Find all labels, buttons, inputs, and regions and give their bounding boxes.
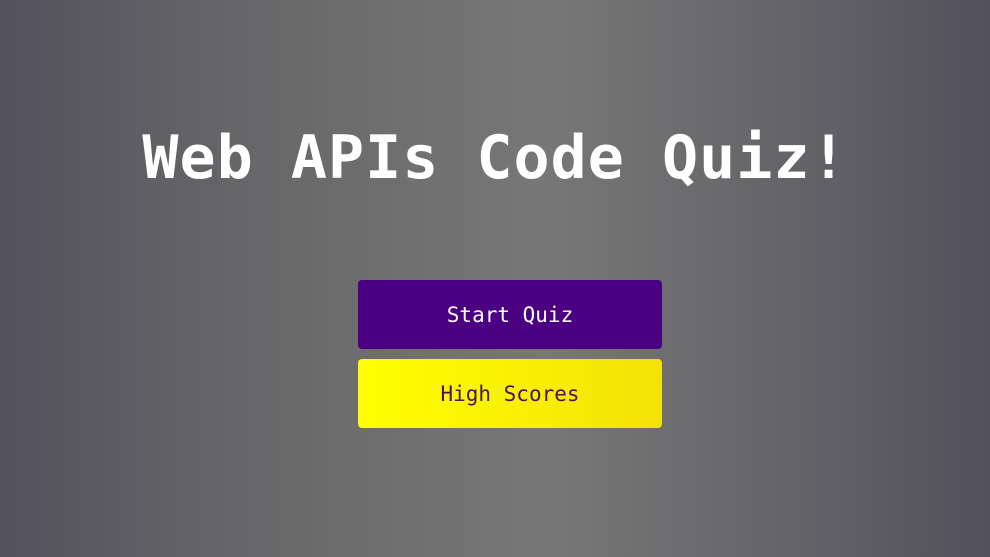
page-title: Web APIs Code Quiz! xyxy=(142,123,848,193)
start-quiz-button[interactable]: Start Quiz xyxy=(358,280,662,349)
high-scores-label: High Scores xyxy=(440,381,580,406)
high-scores-button[interactable]: High Scores xyxy=(358,359,662,428)
start-quiz-label: Start Quiz xyxy=(446,302,574,327)
